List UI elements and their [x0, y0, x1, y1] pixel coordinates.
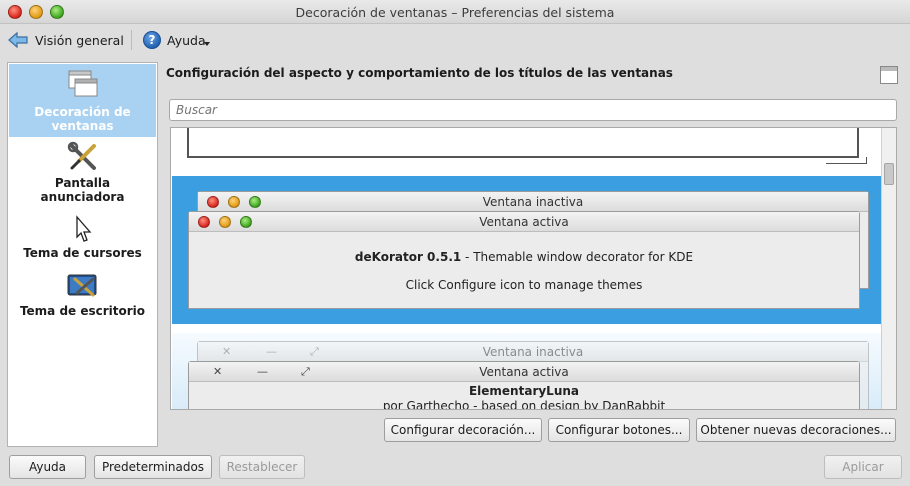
close-x-icon: ✕	[222, 345, 232, 358]
chevron-down-icon	[204, 42, 210, 46]
decoration-description: - Themable window decorator for KDE	[461, 250, 694, 264]
active-window-title: Ventana activa	[189, 212, 859, 232]
decoration-hint: Click Configure icon to manage themes	[405, 278, 643, 292]
decoration-name: ElementaryLuna	[468, 384, 580, 398]
sidebar-item-label: Pantalla anunciadora	[40, 176, 125, 204]
sidebar-item-label: Tema de escritorio	[19, 304, 146, 318]
help-icon: ?	[143, 31, 161, 49]
decoration-author: por Garthecho - based on design by DanRa…	[382, 399, 666, 410]
close-dot-icon	[207, 196, 219, 208]
decoration-list[interactable]: Ventana inactiva Ventana activa deKorato…	[170, 127, 897, 410]
minimize-dash-icon: —	[266, 345, 277, 358]
sidebar: Decoración de ventanas Pantalla anunciad…	[7, 62, 158, 447]
minimize-dash-icon: —	[257, 365, 268, 378]
tools-icon	[67, 141, 96, 170]
inactive-window-title: Ventana inactiva	[198, 192, 868, 212]
list-scrollbar[interactable]	[881, 128, 896, 409]
page-title: Configuración del aspecto y comportamien…	[166, 66, 673, 80]
help-menu-button[interactable]: ? Ayuda	[143, 28, 206, 52]
active-window-preview: Ventana activa ✕ — ⤢ ElementaryLuna por …	[188, 361, 860, 410]
title-bar: Decoración de ventanas – Preferencias de…	[0, 0, 910, 24]
sidebar-item-label: Decoración de ventanas	[34, 105, 131, 133]
list-item-elementaryluna[interactable]: Ventana inactiva ✕ — ⤢ Ventana activa ✕ …	[172, 333, 882, 410]
get-new-decorations-button[interactable]: Obtener nuevas decoraciones...	[696, 418, 896, 442]
minimize-dot-icon	[219, 216, 231, 228]
window-title: Decoración de ventanas – Preferencias de…	[295, 5, 615, 20]
minimize-dot-icon	[228, 196, 240, 208]
back-arrow-icon	[8, 31, 28, 49]
scrollbar-handle[interactable]	[884, 163, 894, 185]
search-input[interactable]	[169, 99, 897, 121]
list-item-previous[interactable]	[187, 128, 867, 164]
list-item-dekorator[interactable]: Ventana inactiva Ventana activa deKorato…	[172, 176, 882, 324]
maximize-dot-icon	[249, 196, 261, 208]
maximize-arrows-icon: ⤢	[310, 345, 319, 358]
overview-button[interactable]: Visión general	[7, 28, 124, 52]
sidebar-item-label: Tema de cursores	[23, 246, 142, 260]
configure-decoration-button[interactable]: Configurar decoración...	[384, 418, 542, 442]
sidebar-item-cursor-theme[interactable]: Tema de cursores	[9, 215, 156, 265]
help-label: Ayuda	[167, 32, 206, 48]
inactive-window-title: Ventana inactiva	[198, 342, 868, 362]
reset-button[interactable]: Restablecer	[219, 455, 305, 479]
toolbar-separator	[131, 30, 132, 50]
maximize-dot-icon	[240, 216, 252, 228]
close-dot-icon	[198, 216, 210, 228]
sidebar-item-desktop-theme[interactable]: Tema de escritorio	[9, 273, 156, 325]
sidebar-item-notifier-screen[interactable]: Pantalla anunciadora	[9, 141, 156, 207]
desktop-theme-icon	[67, 274, 96, 297]
defaults-button[interactable]: Predeterminados	[94, 455, 212, 479]
sidebar-item-window-decoration[interactable]: Decoración de ventanas	[9, 64, 156, 137]
cursor-icon	[75, 215, 91, 242]
configure-buttons-button[interactable]: Configurar botones...	[548, 418, 690, 442]
page-icon	[880, 66, 898, 84]
active-window-preview: Ventana activa deKorator 0.5.1 - Themabl…	[188, 211, 860, 309]
decoration-name: deKorator 0.5.1	[354, 250, 462, 264]
toolbar: Visión general ? Ayuda	[0, 24, 910, 56]
window-decoration-icon	[68, 70, 97, 97]
overview-label: Visión general	[35, 32, 124, 48]
apply-button[interactable]: Aplicar	[824, 455, 902, 479]
active-window-title: Ventana activa	[189, 362, 859, 382]
close-x-icon: ✕	[213, 365, 223, 378]
decoration-name-line: deKorator 0.5.1 - Themable window decora…	[189, 250, 859, 264]
help-button[interactable]: Ayuda	[9, 455, 86, 479]
maximize-arrows-icon: ⤢	[301, 365, 310, 378]
